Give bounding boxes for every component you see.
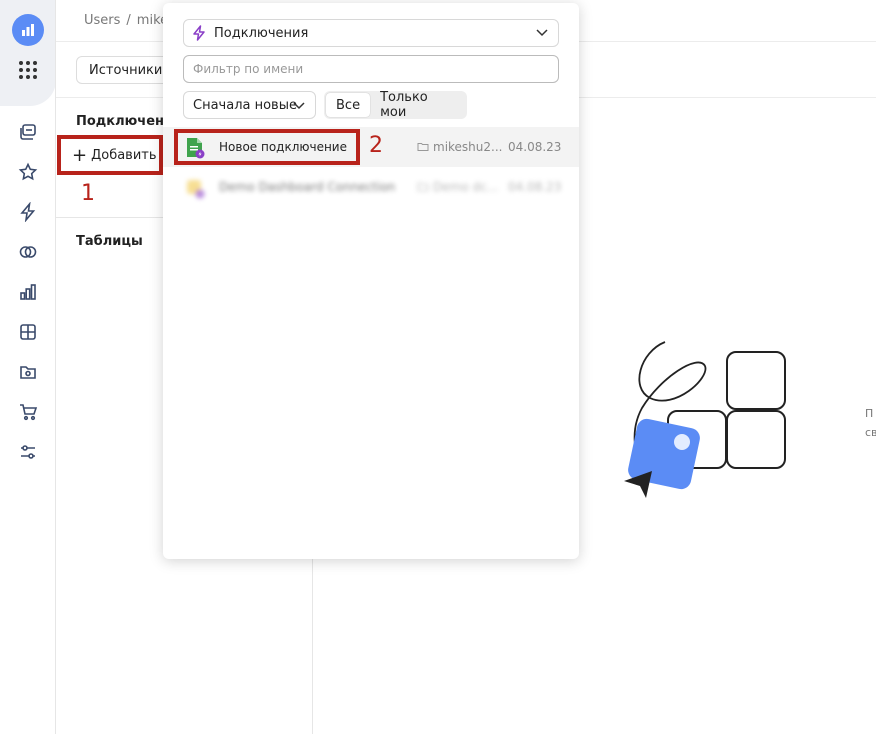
- folder-icon: [417, 183, 429, 191]
- annotation-box-1: [57, 135, 163, 175]
- tab-all[interactable]: Все: [326, 93, 371, 117]
- entity-type-select[interactable]: Подключения: [183, 19, 559, 47]
- connection-picker-popup: Подключения Сначала новые Все Только мои…: [163, 3, 579, 559]
- marketplace-cart-icon[interactable]: [18, 402, 38, 422]
- workbooks-folder-icon[interactable]: [18, 362, 38, 382]
- connection-folder-name: Demo dc...: [433, 180, 499, 194]
- chevron-down-icon: [293, 102, 305, 110]
- breadcrumb-separator: /: [126, 13, 131, 28]
- folder-icon: [417, 143, 429, 151]
- bolt-icon: [193, 25, 205, 41]
- sources-button[interactable]: Источники: [76, 56, 176, 84]
- tab-only-mine[interactable]: Только мои: [370, 90, 465, 120]
- sort-order-select[interactable]: Сначала новые: [183, 91, 316, 119]
- app-root: Users / mike Источники Подключения + Добав…: [0, 0, 876, 734]
- empty-state-text-line: св: [865, 426, 876, 439]
- empty-state-illustration: [620, 338, 795, 503]
- connection-date: 04.08.23: [508, 180, 562, 194]
- annotation-box-2: [174, 129, 360, 165]
- left-rail: [0, 0, 56, 734]
- empty-state-text-cut: П св: [865, 404, 876, 442]
- filter-by-name-input[interactable]: [183, 55, 559, 83]
- chevron-down-icon: [536, 29, 548, 37]
- connection-folder: mikeshu2...: [417, 140, 502, 154]
- connection-folder: Demo dc...: [417, 180, 498, 194]
- connection-icon: [185, 177, 205, 199]
- tables-section-title: Таблицы: [76, 234, 143, 249]
- connection-date: 04.08.23: [508, 140, 562, 154]
- breadcrumb: Users / mike: [84, 13, 168, 28]
- connection-name: Demo Dashboard Connection: [219, 180, 396, 194]
- dashboards-icon[interactable]: [18, 322, 38, 342]
- scope-segmented-control: Все Только мои: [324, 90, 467, 120]
- list-item[interactable]: Demo Dashboard Connection Demo dc... 04.…: [163, 167, 579, 207]
- annotation-number-2: 2: [369, 133, 383, 158]
- datasets-icon[interactable]: [18, 242, 38, 262]
- annotation-number-1: 1: [81, 181, 95, 206]
- connection-folder-name: mikeshu2...: [433, 140, 503, 154]
- connections-bolt-icon[interactable]: [18, 201, 38, 223]
- breadcrumb-item-users[interactable]: Users: [84, 13, 120, 28]
- collections-icon[interactable]: [18, 122, 38, 142]
- apps-grid-icon[interactable]: [18, 60, 38, 80]
- entity-type-select-value: Подключения: [214, 25, 309, 41]
- empty-state-text-line: П: [865, 407, 874, 420]
- datalens-logo-icon[interactable]: [12, 14, 44, 46]
- sort-order-value: Сначала новые: [193, 97, 297, 113]
- charts-icon[interactable]: [18, 282, 38, 302]
- favorites-star-icon[interactable]: [18, 162, 38, 182]
- settings-sliders-icon[interactable]: [18, 442, 38, 462]
- rail-divider: [55, 0, 56, 734]
